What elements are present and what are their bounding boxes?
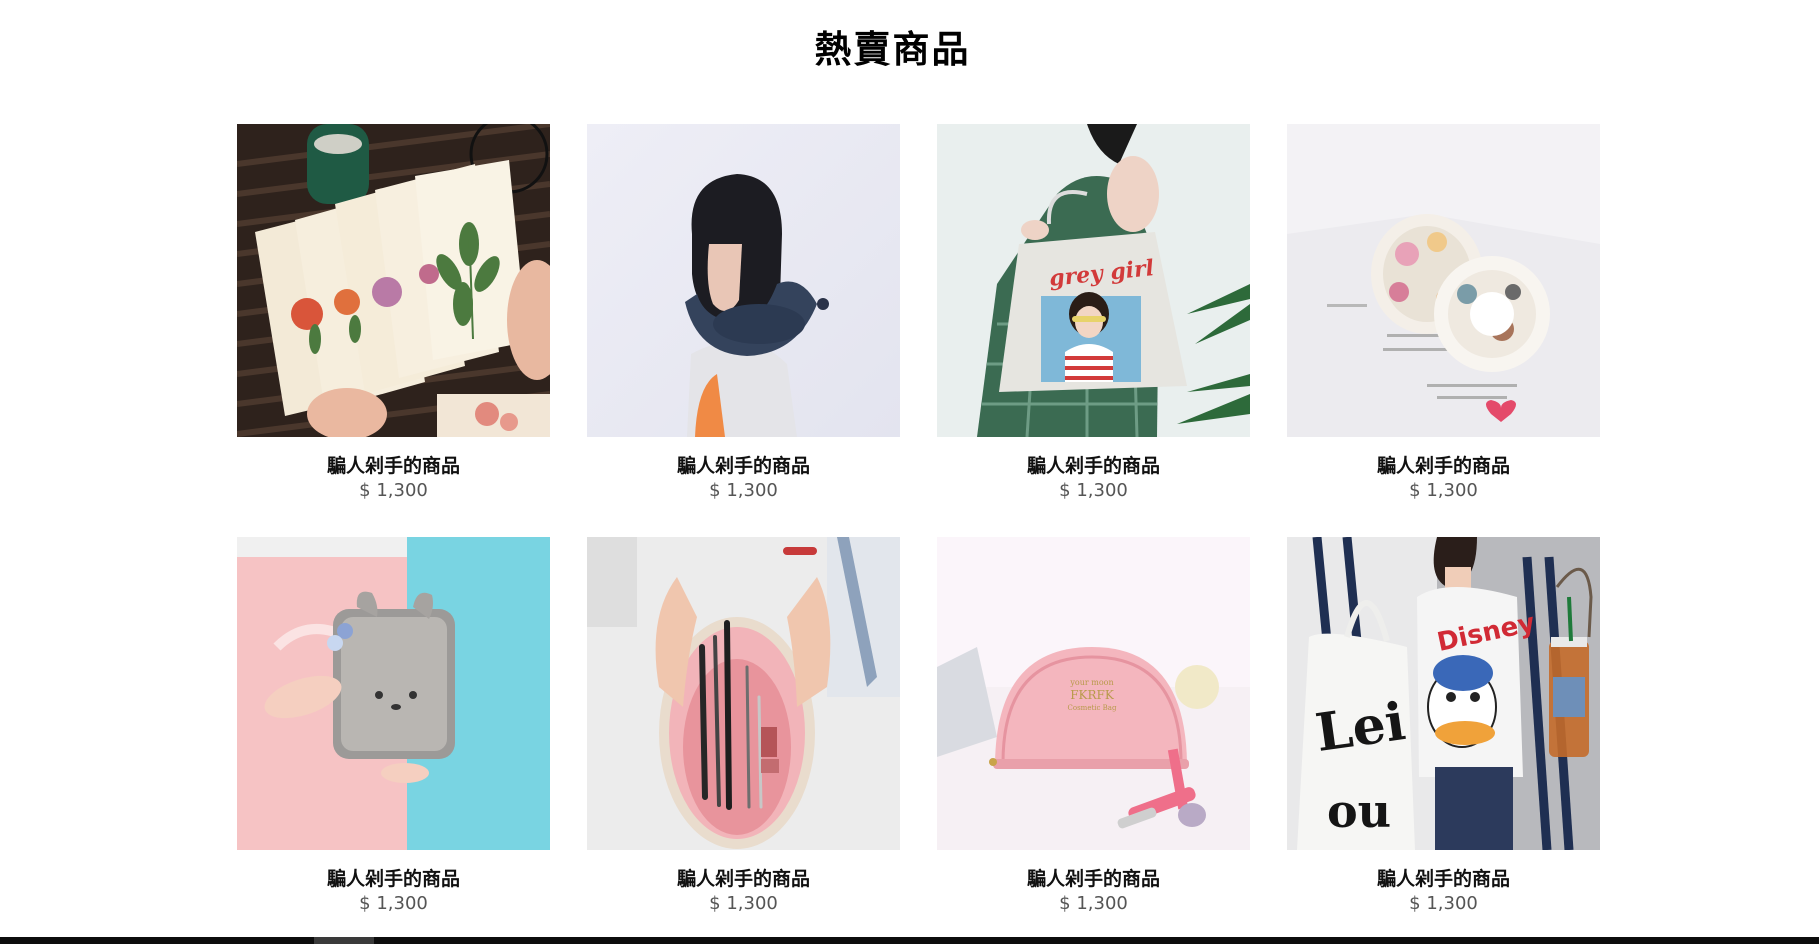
product-image[interactable]: grey girl: [937, 124, 1250, 437]
product-card[interactable]: Disney Lei ou 騙人剁手的商品 $ 1,300: [1287, 537, 1600, 916]
product-card[interactable]: 騙人剁手的商品 $ 1,300: [237, 537, 550, 916]
svg-text:Lei: Lei: [1312, 691, 1409, 764]
pencil-case-image: [587, 537, 900, 850]
product-card[interactable]: 騙人剁手的商品 $ 1,300: [237, 124, 550, 503]
product-card[interactable]: 騙人剁手的商品 $ 1,300: [587, 537, 900, 916]
svg-text:FKRFK: FKRFK: [1070, 688, 1115, 702]
bear-pouch-image: [237, 537, 550, 850]
product-image[interactable]: [587, 537, 900, 850]
section-title: 熱賣商品: [814, 28, 971, 71]
product-image[interactable]: [587, 124, 900, 437]
product-grid: 騙人剁手的商品 $ 1,300 騙人剁手的商品 $ 1,300 grey gir…: [237, 124, 1601, 916]
product-card[interactable]: your moon FKRFK Cosmetic Bag 騙人剁手的商品 $ 1…: [937, 537, 1250, 916]
footer-bar: [0, 937, 1819, 944]
product-name[interactable]: 騙人剁手的商品: [587, 453, 900, 479]
product-card[interactable]: 騙人剁手的商品 $ 1,300: [1287, 124, 1600, 503]
product-name[interactable]: 騙人剁手的商品: [1287, 453, 1600, 479]
product-name[interactable]: 騙人剁手的商品: [937, 866, 1250, 892]
product-price: $ 1,300: [1409, 893, 1478, 914]
svg-text:ou: ou: [1327, 784, 1391, 838]
washi-tape-image: [1287, 124, 1600, 437]
product-price: $ 1,300: [1409, 480, 1478, 501]
product-price: $ 1,300: [359, 893, 428, 914]
neck-pillow-image: [587, 124, 900, 437]
product-image[interactable]: Disney Lei ou: [1287, 537, 1600, 850]
product-name[interactable]: 騙人剁手的商品: [587, 866, 900, 892]
product-image[interactable]: [1287, 124, 1600, 437]
botanical-postcards-image: [237, 124, 550, 437]
svg-text:your moon: your moon: [1069, 678, 1113, 687]
product-name[interactable]: 騙人剁手的商品: [237, 866, 550, 892]
product-name[interactable]: 騙人剁手的商品: [237, 453, 550, 479]
product-price: $ 1,300: [359, 480, 428, 501]
svg-text:Cosmetic Bag: Cosmetic Bag: [1068, 704, 1117, 712]
product-price: $ 1,300: [1059, 893, 1128, 914]
product-section: 熱賣商品 騙人剁手的商品 $ 1,300 騙人剁手的商品 $ 1,300 gre…: [0, 0, 1819, 944]
canvas-bag-image: Disney Lei ou: [1287, 537, 1600, 850]
product-name[interactable]: 騙人剁手的商品: [1287, 866, 1600, 892]
product-price: $ 1,300: [709, 893, 778, 914]
product-card[interactable]: 騙人剁手的商品 $ 1,300: [587, 124, 900, 503]
product-price: $ 1,300: [1059, 480, 1128, 501]
footer-tab: [314, 937, 374, 944]
cosmetic-bag-image: your moon FKRFK Cosmetic Bag: [937, 537, 1250, 850]
product-image[interactable]: [237, 124, 550, 437]
product-card[interactable]: grey girl 騙人剁手的商品 $ 1,300: [937, 124, 1250, 503]
product-image[interactable]: [237, 537, 550, 850]
product-image[interactable]: your moon FKRFK Cosmetic Bag: [937, 537, 1250, 850]
product-price: $ 1,300: [709, 480, 778, 501]
tote-bag-image: grey girl: [937, 124, 1250, 437]
product-name[interactable]: 騙人剁手的商品: [937, 453, 1250, 479]
